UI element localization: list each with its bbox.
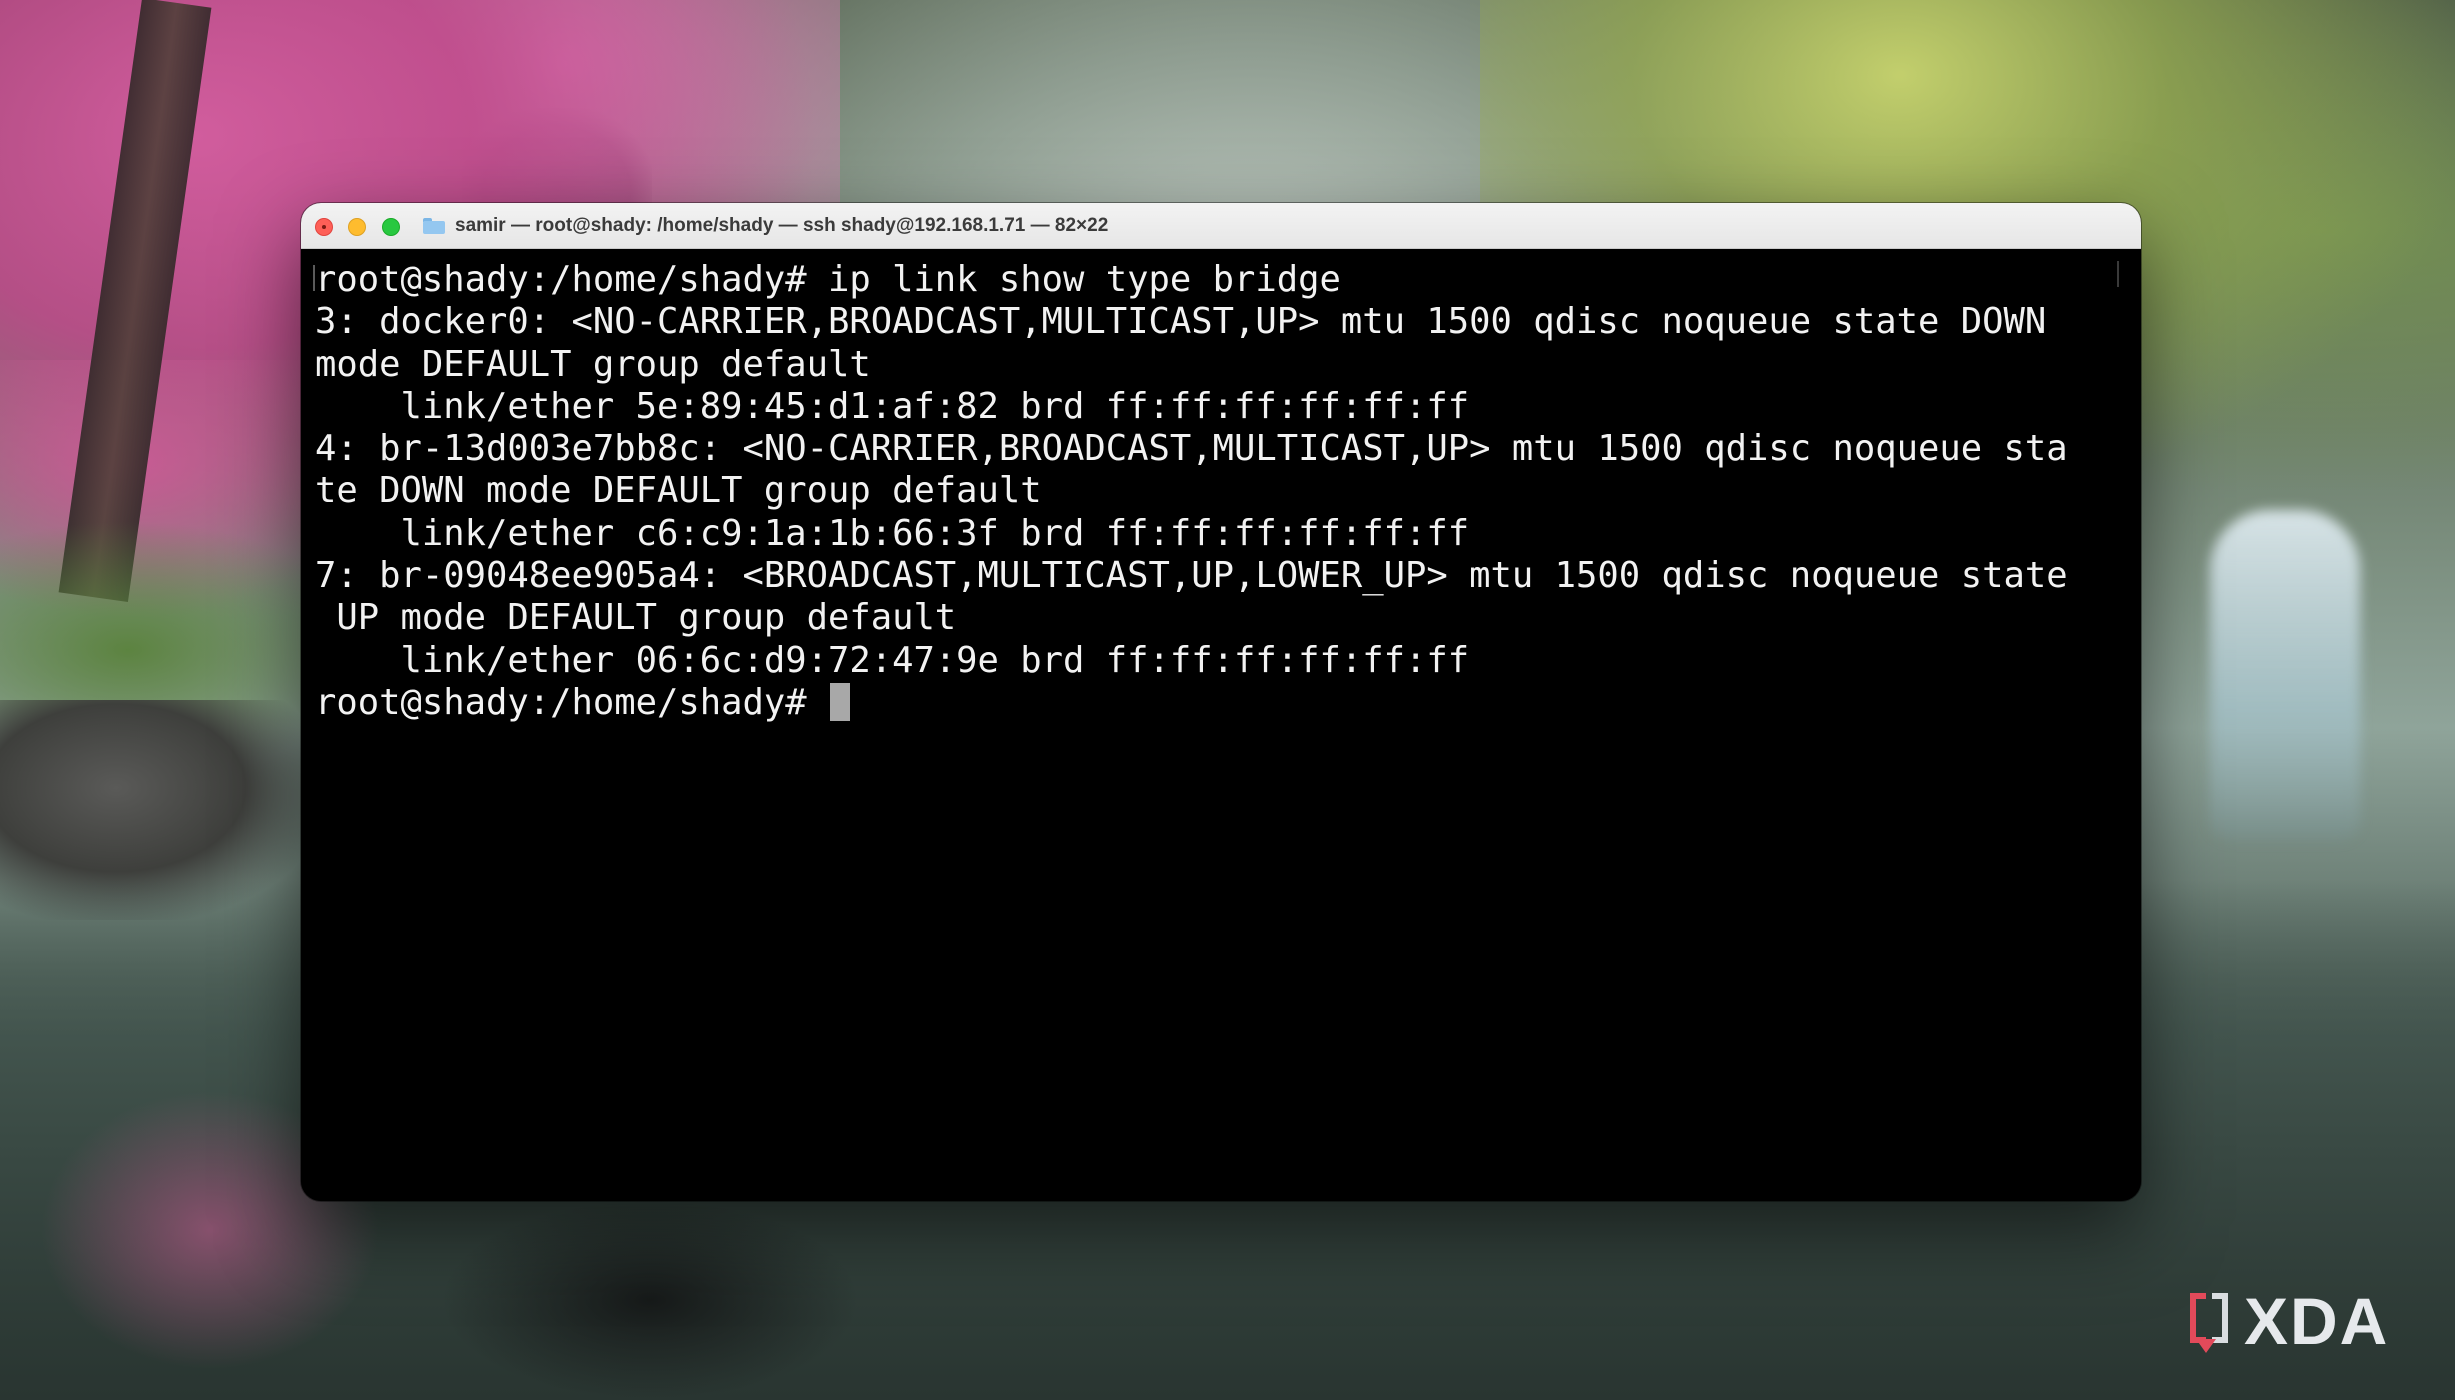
terminal-line: UP mode DEFAULT group default	[315, 597, 957, 639]
desktop-wallpaper: samir — root@shady: /home/shady — ssh sh…	[0, 0, 2455, 1400]
terminal-line: 7: br-09048ee905a4: <BROADCAST,MULTICAST…	[315, 555, 2068, 597]
wallpaper-statue-reflection	[440, 1200, 860, 1400]
text-insertion-marker	[313, 265, 315, 291]
wallpaper-waterfall	[2210, 510, 2360, 840]
text-cursor	[829, 682, 850, 721]
window-titlebar[interactable]: samir — root@shady: /home/shady — ssh sh…	[301, 203, 2141, 249]
terminal-prompt: root@shady:/home/shady#	[315, 681, 828, 723]
terminal-line: link/ether c6:c9:1a:1b:66:3f brd ff:ff:f…	[315, 512, 1470, 554]
xda-logo-icon	[2190, 1289, 2234, 1353]
scrollbar[interactable]	[2117, 261, 2119, 287]
xda-logo-text: XDA	[2244, 1284, 2390, 1358]
terminal-output[interactable]: root@shady:/home/shady# ip link show typ…	[301, 249, 2141, 1201]
window-title: samir — root@shady: /home/shady — ssh sh…	[455, 214, 1109, 236]
terminal-line: 4: br-13d003e7bb8c: <NO-CARRIER,BROADCAS…	[315, 428, 2068, 470]
wallpaper-rocks	[0, 700, 320, 920]
xda-watermark: XDA	[2190, 1288, 2389, 1354]
terminal-line: 3: docker0: <NO-CARRIER,BROADCAST,MULTIC…	[315, 301, 2047, 343]
terminal-line: root@shady:/home/shady# ip link show typ…	[315, 259, 1341, 300]
terminal-prompt-line[interactable]: root@shady:/home/shady#	[315, 682, 2141, 724]
terminal-line: mode DEFAULT group default	[315, 343, 871, 385]
folder-icon	[423, 217, 445, 234]
minimize-button[interactable]	[348, 218, 366, 236]
maximize-button[interactable]	[382, 218, 400, 236]
terminal-line: te DOWN mode DEFAULT group default	[315, 470, 1042, 512]
terminal-line: link/ether 5e:89:45:d1:af:82 brd ff:ff:f…	[315, 385, 1470, 427]
window-title-group: samir — root@shady: /home/shady — ssh sh…	[423, 203, 1108, 248]
wallpaper-tree-trunk	[58, 0, 212, 602]
terminal-line: link/ether 06:6c:d9:72:47:9e brd ff:ff:f…	[315, 639, 1470, 681]
close-button[interactable]	[315, 218, 333, 236]
terminal-window[interactable]: samir — root@shady: /home/shady — ssh sh…	[301, 203, 2141, 1201]
